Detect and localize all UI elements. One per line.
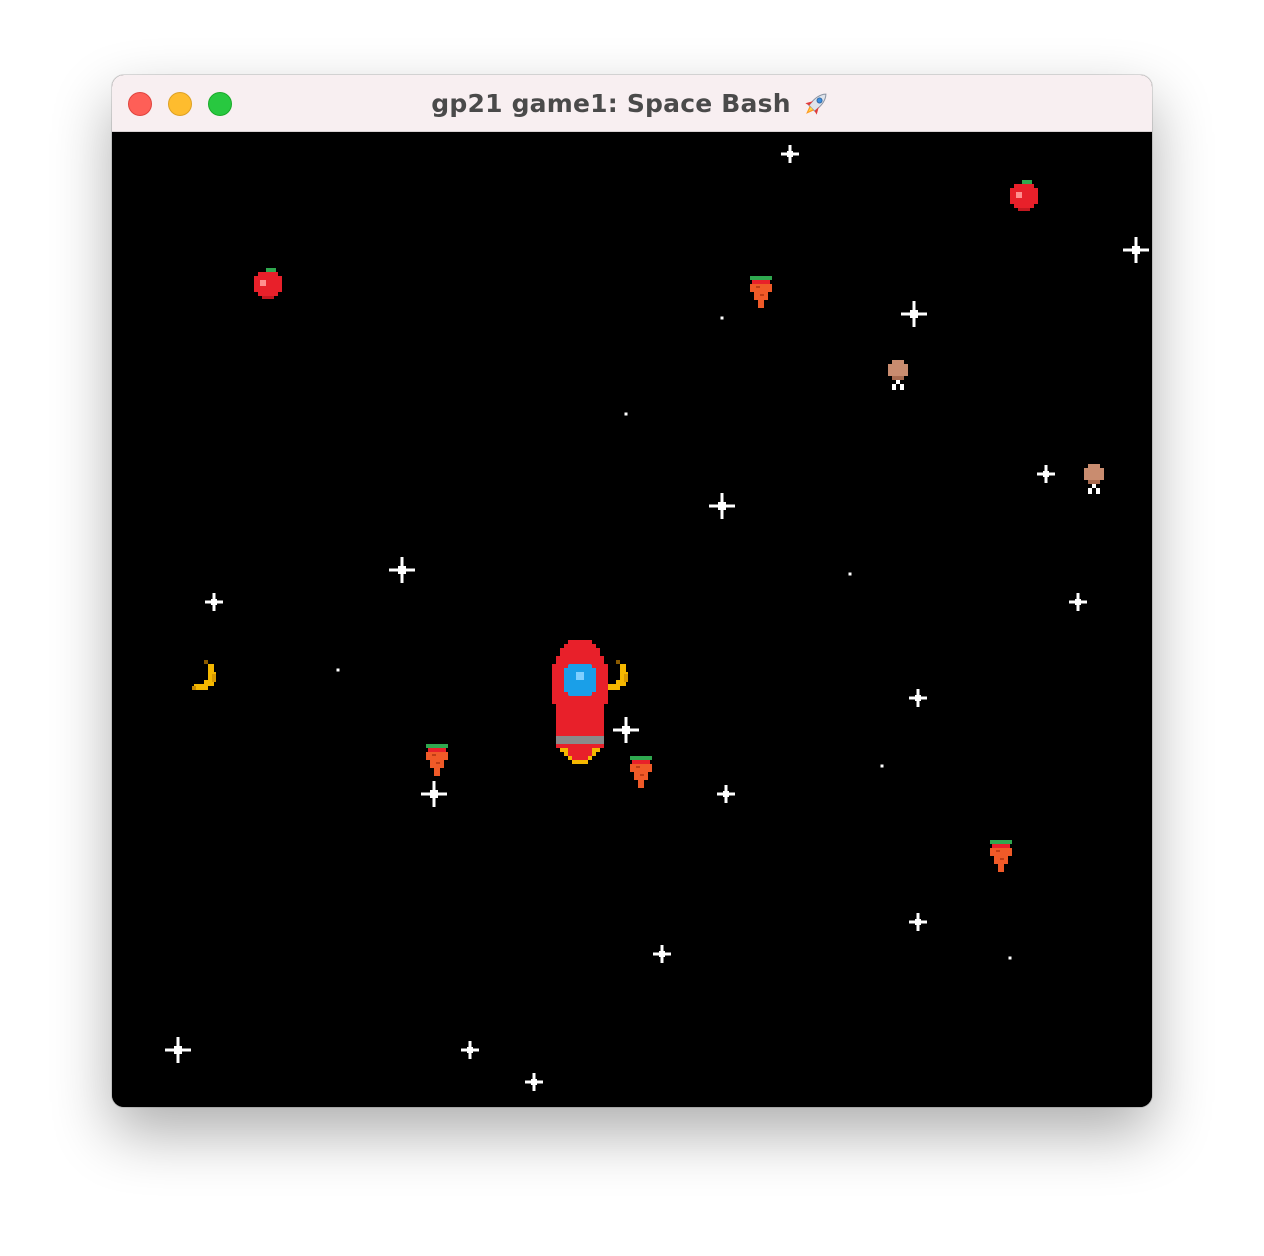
star: [205, 593, 223, 611]
window-title-wrap: gp21 game1: Space Bash: [112, 75, 1152, 132]
star: [848, 572, 852, 576]
star: [909, 689, 927, 707]
player-rocket: [552, 640, 608, 764]
carrot-item: [750, 276, 772, 308]
star: [1008, 956, 1012, 960]
title-bar[interactable]: gp21 game1: Space Bash: [112, 75, 1152, 132]
star: [389, 557, 415, 583]
star: [1069, 593, 1087, 611]
apple-item: [254, 268, 282, 299]
star: [461, 1041, 479, 1059]
star: [909, 913, 927, 931]
game-window: gp21 game1: Space Bash: [112, 75, 1152, 1107]
star: [525, 1073, 543, 1091]
star: [720, 316, 724, 320]
star: [165, 1037, 191, 1063]
star: [1123, 237, 1149, 263]
star: [613, 717, 639, 743]
star: [421, 781, 447, 807]
star: [709, 493, 735, 519]
star: [880, 764, 884, 768]
drumstick-item: [1084, 464, 1104, 494]
star: [717, 785, 735, 803]
star: [1037, 465, 1055, 483]
star: [653, 945, 671, 963]
apple-item: [1010, 180, 1038, 211]
star: [336, 668, 340, 672]
carrot-item: [426, 744, 448, 776]
space-scene: [165, 145, 1149, 1091]
star: [624, 412, 628, 416]
carrot-item: [630, 756, 652, 788]
rocket-icon: [799, 87, 833, 121]
game-canvas[interactable]: [112, 132, 1152, 1107]
star: [901, 301, 927, 327]
star: [781, 145, 799, 163]
window-title: gp21 game1: Space Bash: [431, 89, 791, 118]
drumstick-item: [888, 360, 908, 390]
carrot-item: [990, 840, 1012, 872]
banana-item: [192, 660, 216, 690]
